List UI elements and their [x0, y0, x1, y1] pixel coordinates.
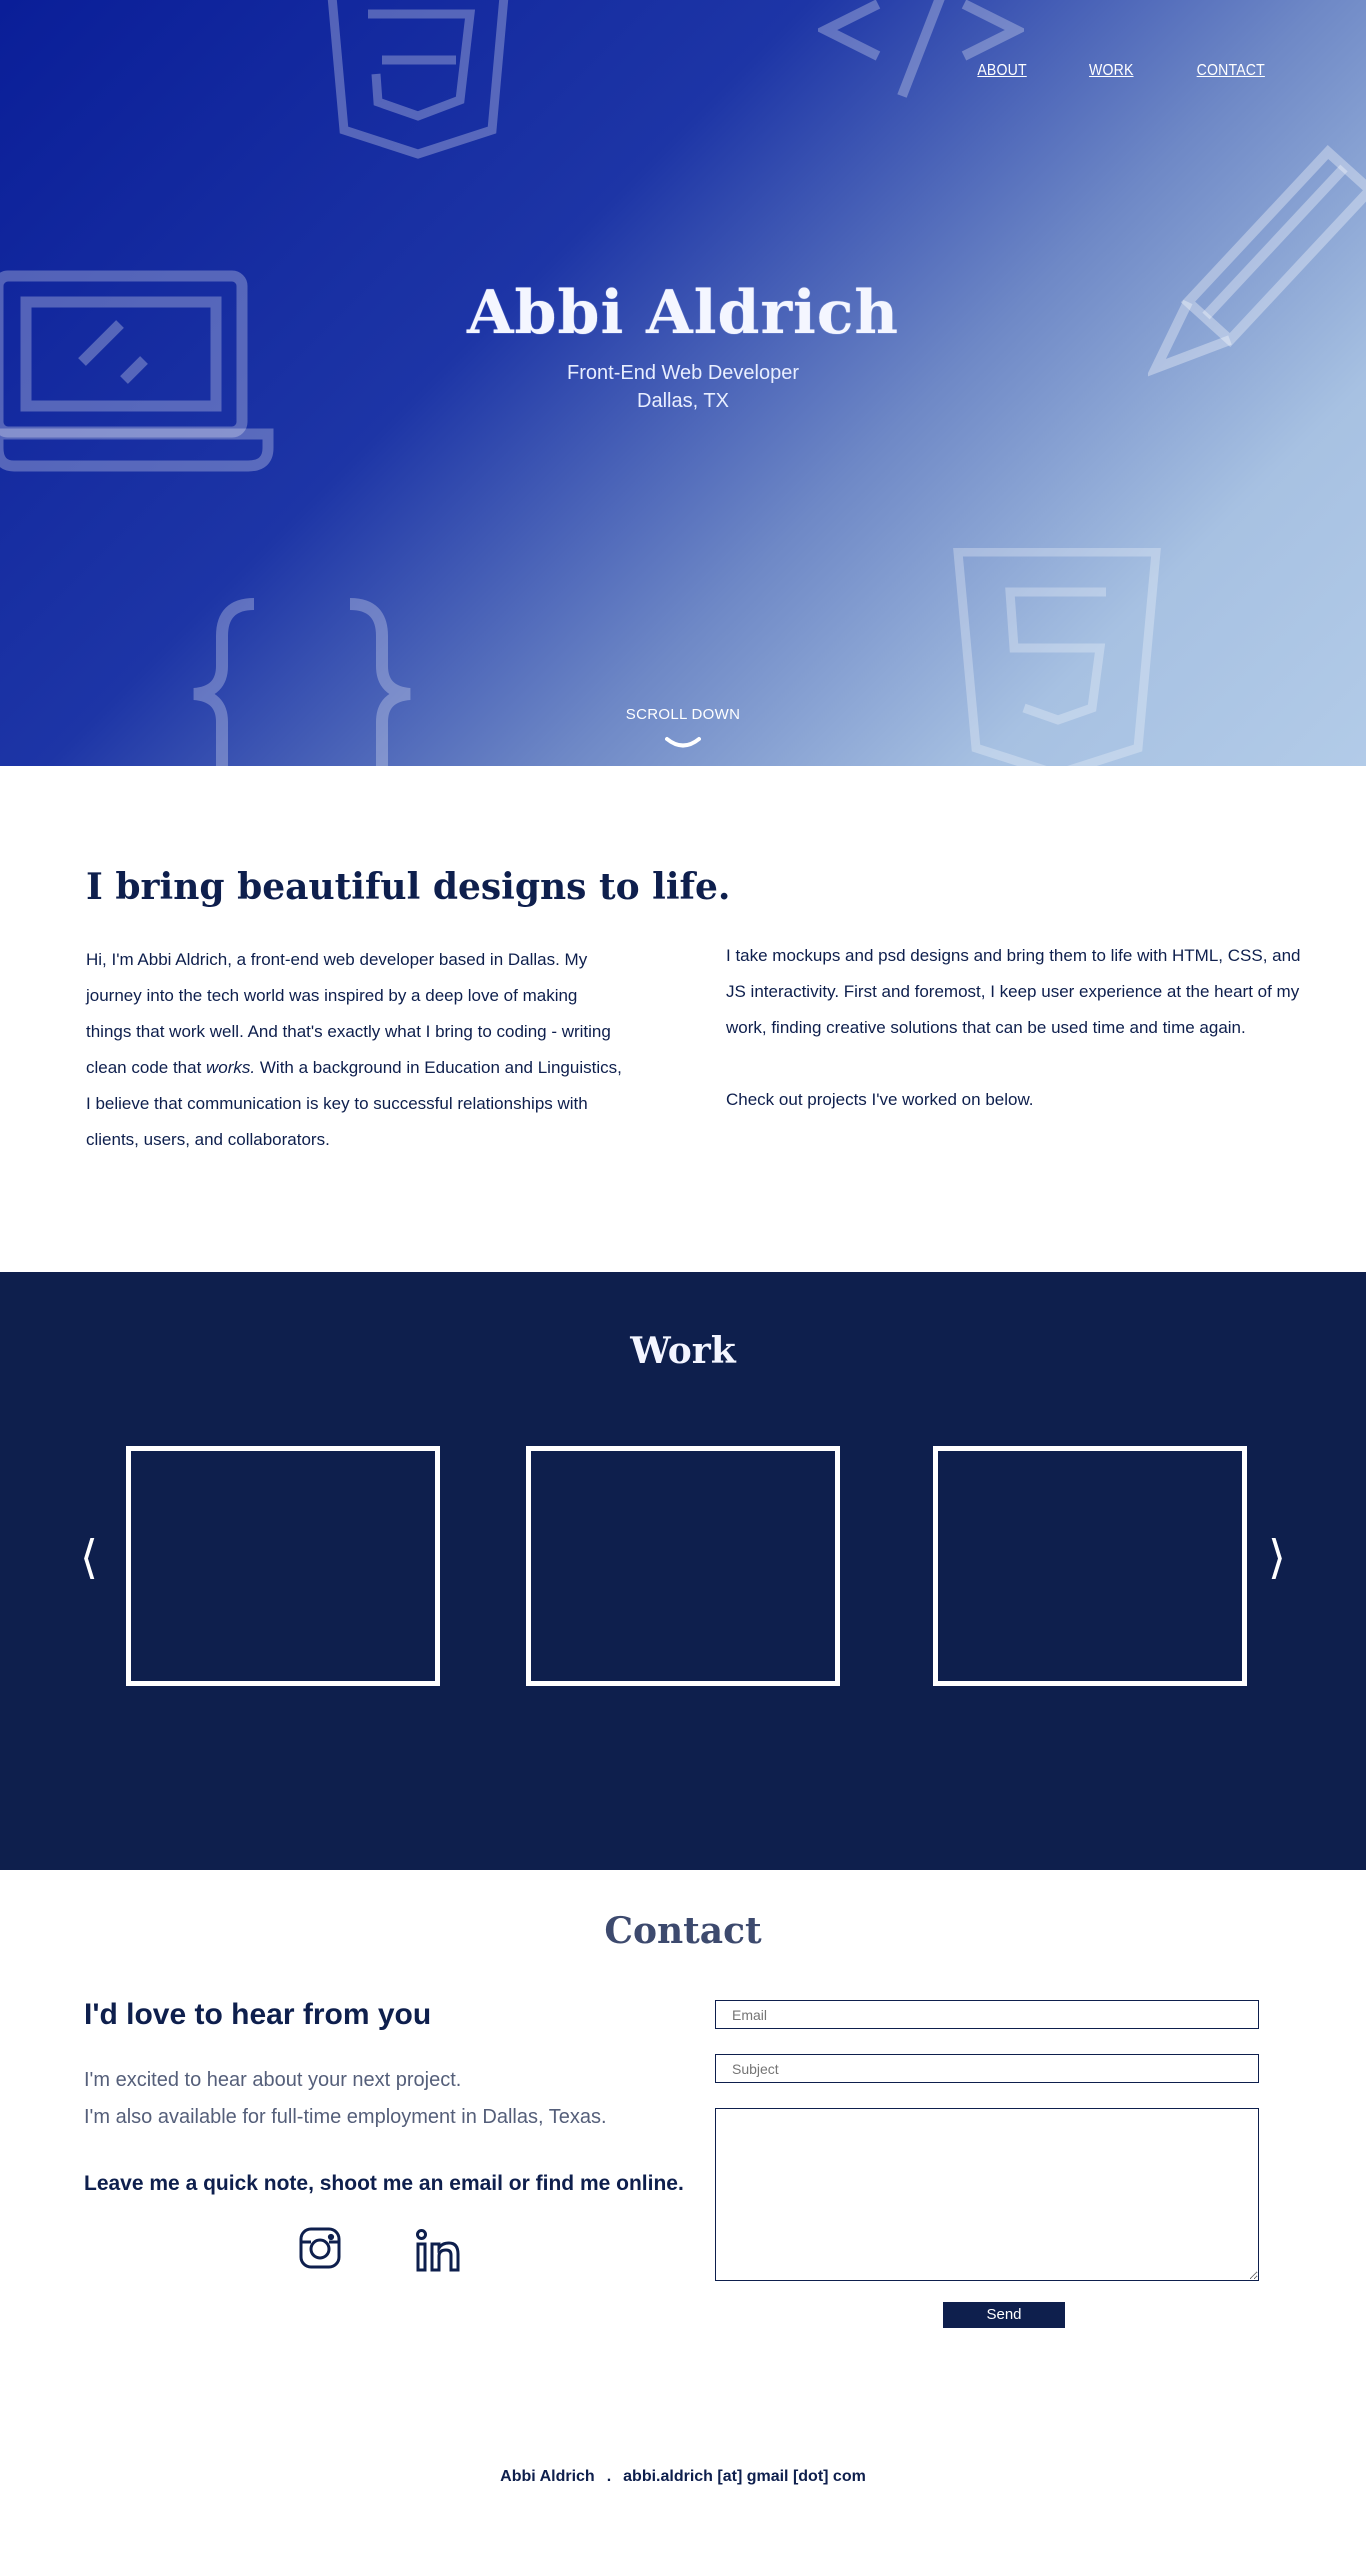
hero-role: Front-End Web Developer: [567, 362, 799, 384]
email-field[interactable]: [715, 2000, 1259, 2029]
hero-name: Abbi Aldrich: [467, 278, 899, 348]
instagram-icon[interactable]: [298, 2226, 342, 2275]
about-skills-column: I take mockups and psd designs and bring…: [726, 938, 1306, 1118]
html5-icon: [950, 548, 1164, 766]
about-intro-paragraph: Hi, I'm Abbi Aldrich, a front-end web de…: [86, 942, 626, 1158]
contact-intro: I'm excited to hear about your next proj…: [84, 2062, 607, 2136]
about-intro-column: Hi, I'm Abbi Aldrich, a front-end web de…: [86, 942, 626, 1158]
contact-heading: I'd love to hear from you: [84, 1998, 432, 2031]
contact-line-2: I'm also available for full-time employm…: [84, 2106, 607, 2128]
hero-location: Dallas, TX: [637, 390, 729, 412]
contact-cta: Leave me a quick note, shoot me an email…: [84, 2172, 684, 2195]
carousel-next-button[interactable]: ⟩: [1268, 1534, 1286, 1580]
send-button[interactable]: Send: [943, 2302, 1065, 2328]
chevron-down-icon[interactable]: [665, 736, 701, 755]
scroll-down-label[interactable]: SCROLL DOWN: [0, 706, 1366, 723]
project-card[interactable]: [126, 1446, 440, 1686]
subject-field[interactable]: [715, 2054, 1259, 2083]
nav-contact-link[interactable]: CONTACT: [1197, 62, 1265, 80]
contact-line-1: I'm excited to hear about your next proj…: [84, 2069, 462, 2091]
message-textarea[interactable]: [715, 2108, 1259, 2281]
contact-title: Contact: [604, 1910, 762, 1952]
main-nav: ABOUT WORK CONTACT: [918, 62, 1270, 80]
nav-work-link[interactable]: WORK: [1089, 62, 1134, 80]
curly-braces-icon: [184, 596, 420, 766]
about-intro-emphasis: works.: [206, 1058, 256, 1077]
footer-name: Abbi Aldrich: [500, 2468, 595, 2485]
footer: Abbi Aldrich. abbi.aldrich [at] gmail [do…: [0, 2468, 1366, 2486]
footer-separator: .: [606, 2468, 612, 2485]
about-section: I bring beautiful designs to life. Hi, I…: [0, 766, 1366, 1272]
about-skills-paragraph: I take mockups and psd designs and bring…: [726, 946, 1301, 1037]
nav-about-link[interactable]: ABOUT: [977, 62, 1026, 80]
about-heading: I bring beautiful designs to life.: [86, 866, 731, 908]
hero-section: ABOUT WORK CONTACT Abbi Aldrich Front-En…: [0, 0, 1366, 766]
linkedin-icon[interactable]: [414, 2226, 462, 2279]
css3-icon: [322, 0, 514, 186]
contact-section: Contact I'd love to hear from you I'm ex…: [0, 1870, 1366, 2560]
work-title: Work: [630, 1330, 736, 1372]
code-tag-icon: [818, 0, 1024, 104]
project-card[interactable]: [933, 1446, 1247, 1686]
carousel-prev-button[interactable]: ⟨: [80, 1534, 98, 1580]
work-section: Work ⟨ ⟩: [0, 1272, 1366, 1870]
about-projects-paragraph: Check out projects I've worked on below.: [726, 1090, 1034, 1109]
footer-email: abbi.aldrich [at] gmail [dot] com: [623, 2468, 866, 2485]
project-card[interactable]: [526, 1446, 840, 1686]
